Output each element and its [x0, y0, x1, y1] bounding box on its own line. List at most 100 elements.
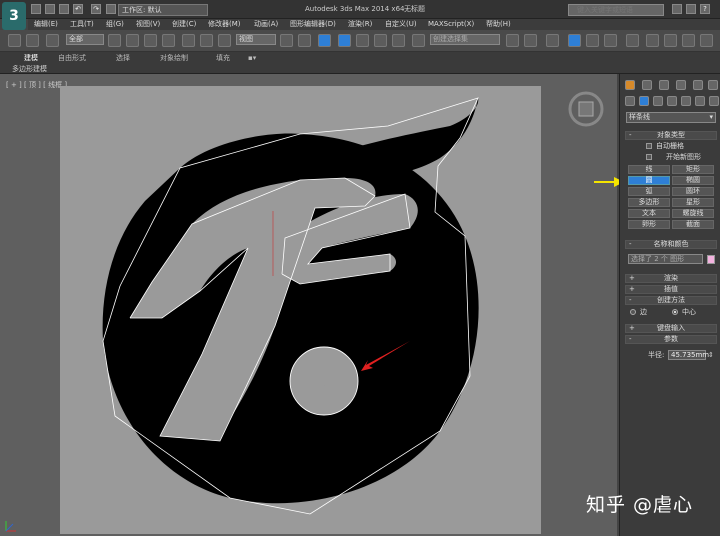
schematic-view-icon[interactable]	[604, 34, 617, 47]
select-object-icon[interactable]	[108, 34, 121, 47]
tab-modeling[interactable]: 建模	[24, 52, 38, 64]
helix-button[interactable]: 螺旋线	[672, 209, 714, 218]
bind-space-warp-icon[interactable]	[46, 34, 59, 47]
menu-create[interactable]: 创建(C)	[172, 19, 196, 30]
tab-object-paint[interactable]: 对象绘制	[160, 52, 188, 64]
workspace-dropdown[interactable]: 工作区: 默认	[118, 4, 208, 16]
named-selection-dropdown[interactable]: 创建选择集	[430, 34, 500, 45]
search-input[interactable]	[568, 4, 664, 16]
start-new-shape-checkbox[interactable]	[646, 154, 652, 160]
rotate-icon[interactable]	[200, 34, 213, 47]
menu-group[interactable]: 组(G)	[106, 19, 124, 30]
open-file-icon[interactable]	[45, 4, 55, 14]
egg-button[interactable]: 卵形	[628, 220, 670, 229]
select-by-name-icon[interactable]	[126, 34, 139, 47]
section-button[interactable]: 截面	[672, 220, 714, 229]
undo-icon[interactable]: ↶	[73, 4, 83, 14]
viewcube-icon[interactable]	[568, 91, 604, 127]
pivot-center-icon[interactable]	[280, 34, 293, 47]
app-logo-button[interactable]: 3	[2, 2, 26, 30]
display-tab-icon[interactable]	[693, 80, 703, 90]
render-production-icon[interactable]	[682, 34, 695, 47]
menu-graph-editors[interactable]: 图形编辑器(D)	[290, 19, 336, 30]
viewport-label[interactable]: [ + ] [ 顶 ] [ 线框 ]	[6, 80, 67, 90]
shape-category-dropdown[interactable]: 样条线 ▾	[626, 112, 716, 123]
systems-icon[interactable]	[709, 96, 719, 106]
new-file-icon[interactable]	[31, 4, 41, 14]
star-button[interactable]: 星形	[672, 198, 714, 207]
reference-coord-dropdown[interactable]: 视图	[236, 34, 276, 45]
keyboard-entry-rollout[interactable]: + 键盘输入	[625, 324, 717, 333]
align-icon[interactable]	[524, 34, 537, 47]
star-icon[interactable]	[686, 4, 696, 14]
window-crossing-icon[interactable]	[162, 34, 175, 47]
percent-snap-icon[interactable]	[374, 34, 387, 47]
ngon-button[interactable]: 多边形	[628, 198, 670, 207]
mirror-icon[interactable]	[506, 34, 519, 47]
menu-animation[interactable]: 动画(A)	[254, 19, 278, 30]
menu-rendering[interactable]: 渲染(R)	[348, 19, 372, 30]
selection-filter-dropdown[interactable]: 全部	[66, 34, 104, 45]
link-icon[interactable]	[8, 34, 21, 47]
geometry-icon[interactable]	[625, 96, 635, 106]
redo-icon[interactable]: ↷	[91, 4, 101, 14]
binoculars-icon[interactable]	[672, 4, 682, 14]
move-icon[interactable]	[182, 34, 195, 47]
donut-button[interactable]: 圆环	[672, 187, 714, 196]
render-setup-icon[interactable]	[646, 34, 659, 47]
creation-method-rollout[interactable]: - 创建方法	[625, 296, 717, 305]
text-button[interactable]: 文本	[628, 209, 670, 218]
object-name-field[interactable]: 选择了 2 个 图形	[628, 254, 703, 264]
radius-spinner-icon[interactable]: ⇕	[708, 350, 714, 360]
project-folder-icon[interactable]	[106, 4, 116, 14]
ellipse-button[interactable]: 椭圆	[672, 176, 714, 185]
object-color-swatch[interactable]	[707, 255, 715, 264]
center-radio[interactable]	[672, 309, 678, 315]
menu-views[interactable]: 视图(V)	[136, 19, 160, 30]
rendered-frame-icon[interactable]	[664, 34, 677, 47]
rendering-rollout[interactable]: + 渲染	[625, 274, 717, 283]
material-editor-icon[interactable]	[626, 34, 639, 47]
arc-button[interactable]: 弧	[628, 187, 670, 196]
render-teapot-icon[interactable]	[700, 34, 713, 47]
save-icon[interactable]	[59, 4, 69, 14]
tab-selection[interactable]: 选择	[116, 52, 130, 64]
radius-field[interactable]: 45.735mm	[668, 350, 709, 360]
menu-help[interactable]: 帮助(H)	[486, 19, 511, 30]
cameras-icon[interactable]	[667, 96, 677, 106]
name-color-rollout[interactable]: - 名称和颜色	[625, 240, 717, 249]
auto-grid-checkbox[interactable]	[646, 143, 652, 149]
create-tab-icon[interactable]	[625, 80, 635, 90]
rect-selection-icon[interactable]	[144, 34, 157, 47]
menu-customize[interactable]: 自定义(U)	[385, 19, 417, 30]
lights-icon[interactable]	[653, 96, 663, 106]
snaps-toggle-icon[interactable]	[338, 34, 351, 47]
interpolation-rollout[interactable]: + 插值	[625, 285, 717, 294]
scale-icon[interactable]	[218, 34, 231, 47]
utilities-tab-icon[interactable]	[708, 80, 718, 90]
curve-editor-icon[interactable]	[586, 34, 599, 47]
object-type-rollout[interactable]: - 对象类型	[625, 131, 717, 140]
shapes-icon[interactable]	[639, 96, 649, 106]
graphite-ribbon-icon[interactable]	[568, 34, 581, 47]
angle-snap-icon[interactable]	[356, 34, 369, 47]
space-warps-icon[interactable]	[695, 96, 705, 106]
unlink-icon[interactable]	[26, 34, 39, 47]
menu-edit[interactable]: 编辑(E)	[34, 19, 58, 30]
hierarchy-tab-icon[interactable]	[659, 80, 669, 90]
tab-populate[interactable]: 填充	[216, 52, 230, 64]
motion-tab-icon[interactable]	[676, 80, 686, 90]
line-button[interactable]: 线	[628, 165, 670, 174]
rectangle-button[interactable]: 矩形	[672, 165, 714, 174]
polygon-modeling-label[interactable]: 多边形建模	[12, 64, 47, 74]
menu-tools[interactable]: 工具(T)	[70, 19, 94, 30]
menu-modifiers[interactable]: 修改器(M)	[208, 19, 241, 30]
top-viewport[interactable]: [ + ] [ 顶 ] [ 线框 ]	[0, 74, 617, 536]
menu-maxscript[interactable]: MAXScript(X)	[428, 19, 474, 30]
modify-tab-icon[interactable]	[642, 80, 652, 90]
circle-button[interactable]: 圆	[628, 176, 670, 185]
layer-manager-icon[interactable]	[546, 34, 559, 47]
keyboard-shortcut-override-icon[interactable]	[318, 34, 331, 47]
background-image-canvas[interactable]	[60, 86, 541, 534]
help-icon[interactable]: ?	[700, 4, 710, 14]
